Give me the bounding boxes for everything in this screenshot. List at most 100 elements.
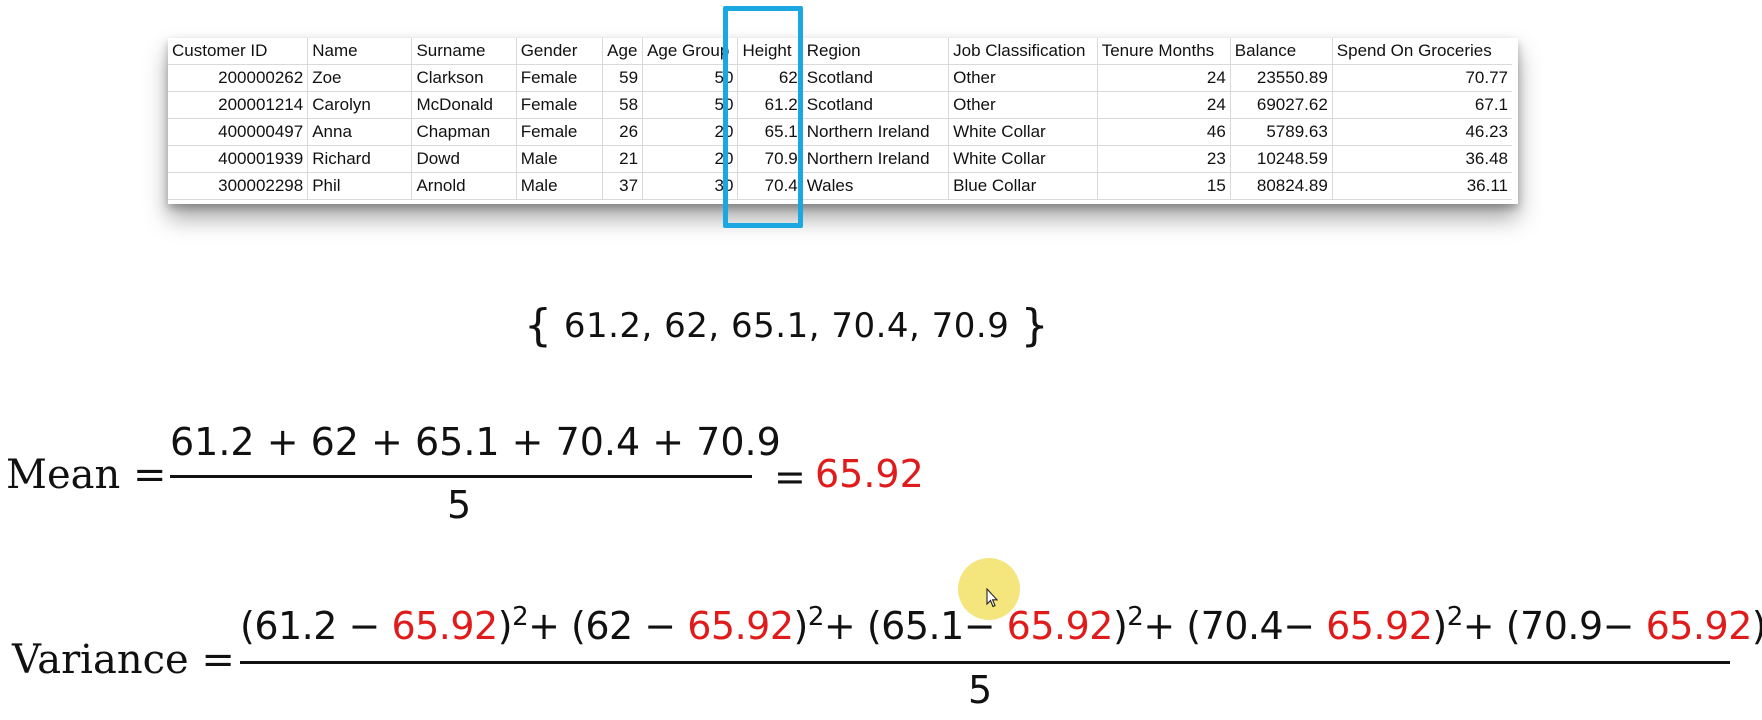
cell: 67.1 [1331,91,1512,119]
cell: 10248.59 [1229,145,1333,173]
term-plus: + [1462,604,1506,648]
term-close: ) [793,604,809,648]
cell: 70.77 [1331,64,1512,92]
cell: 46.23 [1331,118,1512,146]
cell: 200001214 [168,91,309,119]
header-cell: Age [602,38,644,65]
cell: 80824.89 [1229,172,1333,200]
header-cell: Balance [1229,38,1333,65]
cell: Phil [307,172,413,200]
term-plus: + [1143,604,1187,648]
mouse-pointer-icon [986,588,998,608]
table-row: 200001214 Carolyn McDonald Female 58 50 … [168,91,1512,119]
table-row: 400000497 Anna Chapman Female 26 20 65.1… [168,118,1512,146]
cell: Anna [307,118,413,146]
term-mean: 65.92 [391,604,498,648]
mean-numerator: 61.2 + 62 + 65.1 + 70.4 + 70.9 [170,420,781,464]
cell: Scotland [801,91,950,119]
cell: Scotland [801,64,950,92]
term-mean: 65.92 [1006,604,1114,648]
cell: Clarkson [411,64,517,92]
cell: Male [515,145,604,173]
variance-term: (70.4− 65.92)2+ [1186,602,1506,648]
cell: 300002298 [168,172,309,200]
cell: 23550.89 [1229,64,1333,92]
cell: McDonald [411,91,517,119]
term-exponent: 2 [807,602,825,632]
cell: 69027.62 [1229,91,1333,119]
cell: Chapman [411,118,517,146]
cell: Female [515,118,604,146]
header-cell: Tenure Months [1096,38,1231,65]
cell: Female [515,91,604,119]
cell: Northern Ireland [801,145,950,173]
cell: Dowd [411,145,517,173]
cell: 26 [602,118,644,146]
mean-denominator: 5 [447,483,472,527]
term-exponent: 2 [1446,602,1464,632]
cell: White Collar [948,145,1098,173]
cell: 24 [1096,64,1231,92]
header-cell: Spend On Groceries [1331,38,1512,65]
cell: 400001939 [168,145,309,173]
height-value-set: { 61.2, 62, 65.1, 70.4, 70.9 } [524,300,1049,351]
term-plus: + [823,604,867,648]
cell: 37 [602,172,644,200]
cell: Male [515,172,604,200]
cell: Carolyn [307,91,413,119]
cell: 400000497 [168,118,309,146]
cell: Richard [307,145,413,173]
cell: 36.11 [1331,172,1512,200]
cell: White Collar [948,118,1098,146]
customer-table: Customer ID Name Surname Gender Age Age … [168,38,1512,200]
cell: Other [948,91,1098,119]
term-mean: 65.92 [1326,604,1433,648]
variance-fraction-bar [240,661,1730,664]
mean-label: Mean = [6,452,167,498]
term-mean: 65.92 [1645,604,1753,648]
term-close: ) [1432,604,1447,648]
cell: Arnold [411,172,517,200]
variance-term: (65.1− 65.92)2+ [867,602,1187,648]
cell: 21 [602,145,644,173]
cell: 58 [602,91,644,119]
variance-term: (70.9− 65.92)2 [1506,604,1762,648]
term-open: (70.9− [1505,604,1646,648]
height-column-highlight [723,6,803,228]
mean-fraction-bar [170,475,752,478]
table-header-row: Customer ID Name Surname Gender Age Age … [168,38,1512,65]
header-cell: Name [307,38,413,65]
open-brace: { [524,300,553,351]
variance-label: Variance = [12,637,235,683]
cell: 46 [1096,118,1231,146]
term-plus: + [528,604,572,648]
table-row: 300002298 Phil Arnold Male 37 30 70.4 Wa… [168,172,1512,200]
variance-term: (61.2 − 65.92)2+ [240,602,572,648]
term-open: (70.4− [1186,604,1327,648]
header-cell: Surname [411,38,517,65]
term-open: (61.2 − [240,604,392,648]
cell: 15 [1096,172,1231,200]
close-brace: } [1020,300,1050,351]
header-cell: Customer ID [168,38,309,65]
cell: Zoe [307,64,413,92]
cell: Female [515,64,604,92]
table-row: 400001939 Richard Dowd Male 21 20 70.9 N… [168,145,1512,173]
term-exponent: 2 [1127,602,1144,632]
cell: 36.48 [1331,145,1512,173]
variance-denominator: 5 [968,668,993,712]
spreadsheet-excerpt: Customer ID Name Surname Gender Age Age … [168,38,1518,204]
variance-term: (62 − 65.92)2+ [571,602,867,648]
header-cell: Region [801,38,950,65]
term-open: (62 − [571,604,688,648]
term-close: ) [497,604,513,648]
term-close: ) [1752,604,1762,648]
cell: Blue Collar [948,172,1098,200]
cell: 24 [1096,91,1231,119]
cell: Northern Ireland [801,118,950,146]
mean-equals: = [774,455,806,499]
term-mean: 65.92 [687,604,794,648]
set-values: 61.2, 62, 65.1, 70.4, 70.9 [563,306,1010,346]
table-row: 200000262 Zoe Clarkson Female 59 50 62 S… [168,64,1512,92]
cell: Wales [801,172,950,200]
